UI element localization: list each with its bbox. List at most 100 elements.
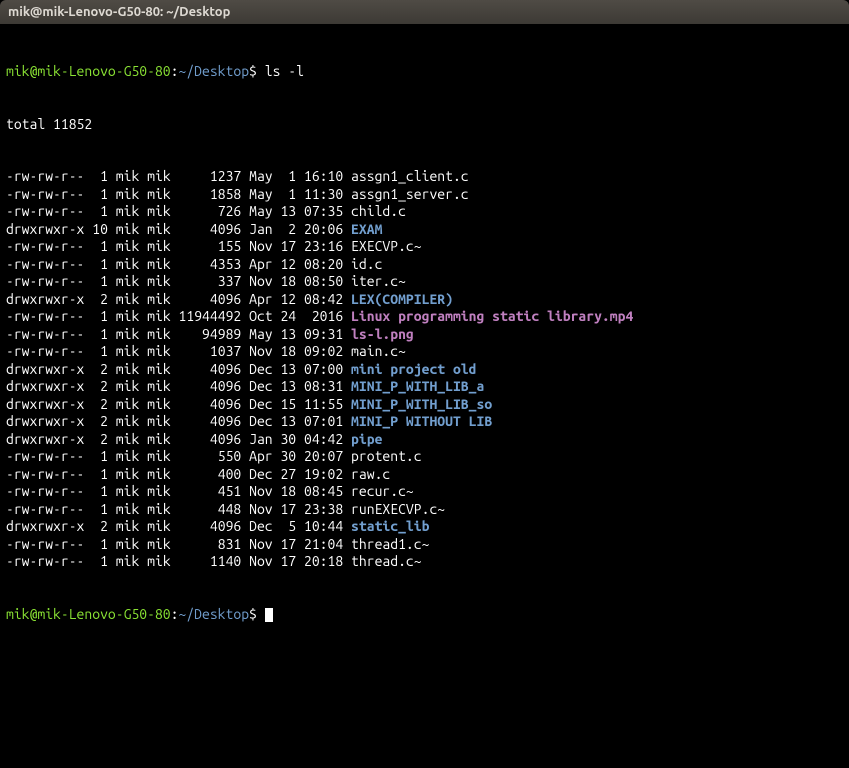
file-owner: mik xyxy=(116,273,140,289)
file-perm: drwxrwxr-x xyxy=(6,413,84,429)
file-group: mik xyxy=(147,238,171,254)
file-row: drwxrwxr-x 2 mik mik 4096 Dec 13 07:00 m… xyxy=(6,361,843,379)
file-size: 11944492 xyxy=(179,308,242,324)
file-links: 1 xyxy=(92,273,108,289)
file-perm: -rw-rw-r-- xyxy=(6,466,84,482)
file-owner: mik xyxy=(116,308,140,324)
prompt-dollar: $ xyxy=(249,606,265,622)
file-owner: mik xyxy=(116,238,140,254)
file-size: 451 xyxy=(179,483,242,499)
file-owner: mik xyxy=(116,536,140,552)
prompt-userhost: mik@mik-Lenovo-G50-80 xyxy=(6,63,171,79)
file-name: thread1.c~ xyxy=(351,536,429,552)
file-perm: -rw-rw-r-- xyxy=(6,203,84,219)
file-date: May 13 07:35 xyxy=(249,203,343,219)
file-owner: mik xyxy=(116,203,140,219)
file-links: 2 xyxy=(92,291,108,307)
file-owner: mik xyxy=(116,431,140,447)
file-date: Dec 13 07:01 xyxy=(249,413,343,429)
file-perm: -rw-rw-r-- xyxy=(6,273,84,289)
file-links: 2 xyxy=(92,431,108,447)
file-name: protent.c xyxy=(351,448,422,464)
file-owner: mik xyxy=(116,256,140,272)
file-size: 337 xyxy=(179,273,242,289)
file-name: iter.c~ xyxy=(351,273,406,289)
file-perm: -rw-rw-r-- xyxy=(6,343,84,359)
file-size: 4096 xyxy=(179,221,242,237)
file-name: MINI_P WITHOUT LIB xyxy=(351,413,492,429)
prompt-path: ~/Desktop xyxy=(178,63,249,79)
file-date: Apr 12 08:42 xyxy=(249,291,343,307)
prompt-path: ~/Desktop xyxy=(178,606,249,622)
file-links: 1 xyxy=(92,483,108,499)
file-perm: -rw-rw-r-- xyxy=(6,256,84,272)
file-group: mik xyxy=(147,448,171,464)
file-row: -rw-rw-r-- 1 mik mik 1858 May 1 11:30 as… xyxy=(6,186,843,204)
file-row: -rw-rw-r-- 1 mik mik 400 Dec 27 19:02 ra… xyxy=(6,466,843,484)
file-links: 1 xyxy=(92,536,108,552)
file-name: child.c xyxy=(351,203,406,219)
file-perm: drwxrwxr-x xyxy=(6,291,84,307)
file-row: -rw-rw-r-- 1 mik mik 94989 May 13 09:31 … xyxy=(6,326,843,344)
file-group: mik xyxy=(147,536,171,552)
file-group: mik xyxy=(147,256,171,272)
file-group: mik xyxy=(147,553,171,569)
terminal-viewport[interactable]: mik@mik-Lenovo-G50-80:~/Desktop$ ls -l t… xyxy=(0,24,849,768)
file-size: 1140 xyxy=(179,553,242,569)
file-name: static_lib xyxy=(351,518,429,534)
terminal-cursor xyxy=(265,608,273,622)
file-perm: -rw-rw-r-- xyxy=(6,553,84,569)
file-date: Apr 30 20:07 xyxy=(249,448,343,464)
file-date: Dec 13 08:31 xyxy=(249,378,343,394)
file-links: 1 xyxy=(92,448,108,464)
file-perm: -rw-rw-r-- xyxy=(6,536,84,552)
file-links: 1 xyxy=(92,238,108,254)
file-size: 1237 xyxy=(179,168,242,184)
file-size: 1858 xyxy=(179,186,242,202)
file-links: 1 xyxy=(92,501,108,517)
file-links: 2 xyxy=(92,396,108,412)
file-row: -rw-rw-r-- 1 mik mik 448 Nov 17 23:38 ru… xyxy=(6,501,843,519)
file-owner: mik xyxy=(116,553,140,569)
file-perm: -rw-rw-r-- xyxy=(6,483,84,499)
file-group: mik xyxy=(147,361,171,377)
file-links: 1 xyxy=(92,168,108,184)
file-row: -rw-rw-r-- 1 mik mik 155 Nov 17 23:16 EX… xyxy=(6,238,843,256)
file-row: -rw-rw-r-- 1 mik mik 1237 May 1 16:10 as… xyxy=(6,168,843,186)
file-size: 550 xyxy=(179,448,242,464)
file-group: mik xyxy=(147,326,171,342)
window-titlebar[interactable]: mik@mik-Lenovo-G50-80: ~/Desktop xyxy=(0,0,849,24)
file-perm: drwxrwxr-x xyxy=(6,221,84,237)
file-name: EXECVP.c~ xyxy=(351,238,422,254)
file-name: raw.c xyxy=(351,466,390,482)
file-owner: mik xyxy=(116,518,140,534)
file-date: Jan 2 20:06 xyxy=(249,221,343,237)
file-links: 1 xyxy=(92,186,108,202)
file-row: -rw-rw-r-- 1 mik mik 1140 Nov 17 20:18 t… xyxy=(6,553,843,571)
file-row: drwxrwxr-x 2 mik mik 4096 Jan 30 04:42 p… xyxy=(6,431,843,449)
command-text: ls -l xyxy=(265,63,304,79)
file-row: -rw-rw-r-- 1 mik mik 451 Nov 18 08:45 re… xyxy=(6,483,843,501)
prompt-line-2: mik@mik-Lenovo-G50-80:~/Desktop$ xyxy=(6,606,843,624)
file-perm: -rw-rw-r-- xyxy=(6,238,84,254)
file-links: 1 xyxy=(92,308,108,324)
prompt-line-1: mik@mik-Lenovo-G50-80:~/Desktop$ ls -l xyxy=(6,63,843,81)
file-links: 2 xyxy=(92,378,108,394)
total-line: total 11852 xyxy=(6,116,843,134)
file-name: recur.c~ xyxy=(351,483,414,499)
file-owner: mik xyxy=(116,466,140,482)
file-date: May 13 09:31 xyxy=(249,326,343,342)
file-links: 2 xyxy=(92,361,108,377)
file-size: 4353 xyxy=(179,256,242,272)
file-group: mik xyxy=(147,483,171,499)
file-links: 2 xyxy=(92,518,108,534)
file-size: 4096 xyxy=(179,431,242,447)
file-row: drwxrwxr-x 10 mik mik 4096 Jan 2 20:06 E… xyxy=(6,221,843,239)
file-owner: mik xyxy=(116,168,140,184)
file-links: 1 xyxy=(92,326,108,342)
file-group: mik xyxy=(147,343,171,359)
prompt-userhost: mik@mik-Lenovo-G50-80 xyxy=(6,606,171,622)
file-row: -rw-rw-r-- 1 mik mik 4353 Apr 12 08:20 i… xyxy=(6,256,843,274)
file-perm: -rw-rw-r-- xyxy=(6,186,84,202)
file-row: -rw-rw-r-- 1 mik mik 11944492 Oct 24 201… xyxy=(6,308,843,326)
